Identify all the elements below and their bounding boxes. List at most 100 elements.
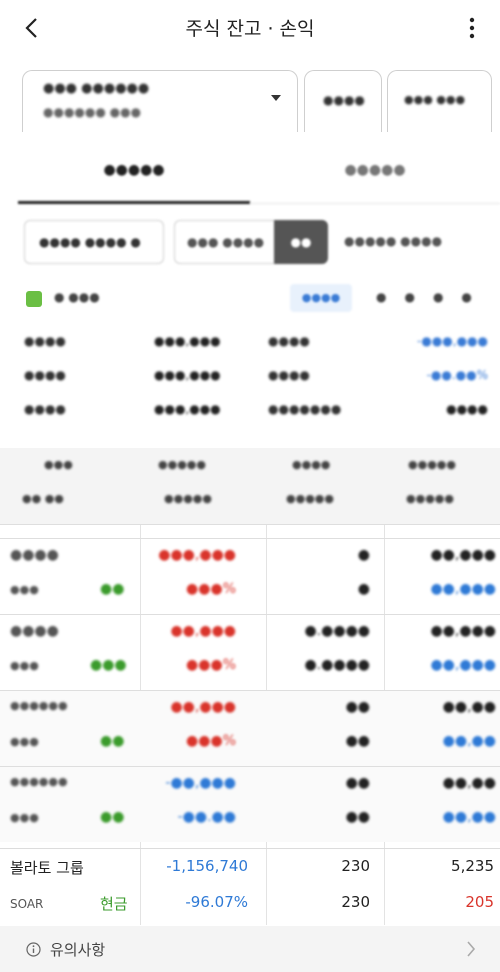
tab-first[interactable]: ●●●●●: [18, 148, 250, 204]
account-selector-row: ●●● ●●●●●● ●●●●●● ●●● ●●●● ●●● ●●●: [22, 70, 492, 132]
avg-price: ●●,●●: [442, 699, 496, 715]
quantity: ●: [357, 547, 370, 563]
filter-chip-d[interactable]: ●●●●● ●●●●: [344, 220, 442, 264]
summary-value: ●●●,●●●: [154, 368, 221, 382]
option-label: ● ●●●: [54, 290, 100, 304]
column-header[interactable]: ●●●: [44, 458, 73, 471]
quantity: ●●: [345, 699, 370, 715]
current-price: ●●,●●●: [430, 581, 496, 597]
summary-value: ●●●,●●●: [154, 402, 221, 416]
stock-name: ●●●●: [10, 547, 59, 563]
account-setting-button[interactable]: ●●● ●●●: [387, 70, 492, 132]
summary-label: ●●●●: [24, 334, 66, 348]
table-row[interactable]: ●●●● ●●● ●● ●●●,●●● ●●●% ● ● ●●,●●● ●●,●…: [0, 538, 500, 614]
avg-price: ●●,●●: [442, 775, 496, 791]
tab-second[interactable]: ●●●●●: [250, 148, 500, 204]
profit-rate: ●●●%: [186, 581, 236, 597]
quantity: ●.●●●●: [304, 623, 370, 639]
table-row[interactable]: ●●●●●● ●●● ●● ●●,●●● ●●●% ●● ●● ●●,●● ●●…: [0, 690, 500, 766]
quantity: ●●: [345, 775, 370, 791]
stock-name: ●●●●●●: [10, 699, 68, 712]
filter-chip-c[interactable]: ●●: [274, 220, 328, 264]
column-header[interactable]: ●●●●●: [164, 492, 212, 505]
summary-block: ●●●● ●●●,●●● ●●●● -●●●,●●● ●●●● ●●●,●●● …: [24, 330, 494, 432]
avg-price: 5,235: [451, 857, 494, 875]
current-price: ●●,●●: [442, 733, 496, 749]
more-options-icon[interactable]: [462, 14, 482, 42]
summary-value: -●●●,●●●: [417, 334, 488, 348]
filter-chip-a[interactable]: ●●●● ●●●● ●: [24, 220, 164, 264]
quantity-available: 230: [341, 893, 370, 911]
column-header[interactable]: ●●●●●: [406, 492, 454, 505]
stock-code: ●●●: [10, 735, 39, 748]
summary-value: ●●●,●●●: [154, 334, 221, 348]
quantity-available: ●: [357, 581, 370, 597]
column-divider: [140, 849, 141, 925]
stock-name: 볼라토 그룹: [10, 859, 84, 877]
avg-price: ●●,●●●: [430, 547, 496, 563]
chevron-right-icon: [467, 941, 476, 957]
column-divider: [266, 849, 267, 925]
stock-code: ●●●: [10, 659, 39, 672]
profit-rate: ●●●%: [186, 657, 236, 673]
table-row-partial: [0, 524, 500, 538]
summary-row: ●●●● ●●●,●●● ●●●● -●●.●●%: [24, 364, 494, 398]
option-toggles[interactable]: ●●●●: [376, 290, 490, 304]
profit-rate: ●●●%: [186, 733, 236, 749]
page-title: 주식 잔고 · 손익: [185, 18, 315, 40]
profit-loss: ●●,●●●: [170, 699, 236, 715]
account-setting-label: ●●● ●●●: [404, 93, 466, 106]
stock-name: ●●●●: [10, 623, 59, 639]
column-header[interactable]: ●●●●: [292, 458, 330, 471]
app-header: 주식 잔고 · 손익: [0, 0, 500, 56]
summary-row: ●●●● ●●●,●●● ●●●● -●●●,●●●: [24, 330, 494, 364]
quantity-available: ●●: [345, 733, 370, 749]
stock-code: SOAR: [10, 897, 44, 911]
profit-loss: -●●,●●●: [165, 775, 236, 791]
account-name: ●●● ●●●●●●: [43, 81, 150, 96]
account-number: ●●●●●● ●●●: [43, 105, 142, 119]
quantity-available: ●.●●●●: [304, 657, 370, 673]
options-row: ● ●●● ●●●● ●●●●: [24, 284, 484, 314]
stock-type-tag: ●●: [100, 581, 125, 597]
summary-row: ●●●● ●●●,●●● ●●●●●●● ●●●●: [24, 398, 494, 432]
stock-type-tag: 현금: [100, 895, 128, 913]
holdings-table: ●●● ●●●●● ●●●● ●●●●● ●● ●● ●●●●● ●●●●● ●…: [0, 448, 500, 848]
table-header: ●●● ●●●●● ●●●● ●●●●● ●● ●● ●●●●● ●●●●● ●…: [0, 448, 500, 524]
profit-rate: -●●.●●: [177, 809, 236, 825]
stock-code: ●●●: [10, 811, 39, 824]
option-button[interactable]: ●●●●: [290, 284, 352, 312]
stock-name: ●●●●●●: [10, 775, 68, 788]
summary-value: ●●●●: [446, 402, 488, 416]
account-option-button[interactable]: ●●●●: [304, 70, 382, 132]
summary-label: ●●●●: [268, 334, 310, 348]
account-option-label: ●●●●: [323, 93, 365, 107]
profit-loss: ●●●,●●●: [158, 547, 236, 563]
column-divider: [384, 849, 385, 925]
current-price: ●●,●●●: [430, 657, 496, 673]
profit-loss: ●●,●●●: [170, 623, 236, 639]
column-header[interactable]: ●●●●●: [158, 458, 206, 471]
stock-type-tag: ●●: [100, 809, 125, 825]
summary-label: ●●●●: [24, 368, 66, 382]
quantity: 230: [341, 857, 370, 875]
column-header[interactable]: ●●●●●: [408, 458, 456, 471]
stock-type-tag: ●●: [100, 733, 125, 749]
column-header[interactable]: ●●●●●: [286, 492, 334, 505]
caret-down-icon: [271, 95, 281, 101]
filter-chip-b[interactable]: ●●● ●●●●: [174, 220, 274, 264]
summary-label: ●●●●●●●: [268, 402, 342, 416]
info-icon: [26, 942, 41, 957]
table-row[interactable]: ●●●● ●●● ●●● ●●,●●● ●●●% ●.●●●● ●.●●●● ●…: [0, 614, 500, 690]
notice-bar[interactable]: 유의사항: [0, 926, 500, 972]
quantity-available: ●●: [345, 809, 370, 825]
table-row[interactable]: 볼라토 그룹 SOAR 현금 -1,156,740 -96.07% 230 23…: [0, 848, 500, 925]
profit-loss: -1,156,740: [166, 857, 248, 875]
profit-rate: -96.07%: [185, 893, 248, 911]
stock-type-tag: ●●●: [90, 657, 127, 673]
column-header[interactable]: ●● ●●: [22, 492, 64, 505]
account-selector[interactable]: ●●● ●●●●●● ●●●●●● ●●●: [22, 70, 298, 132]
table-row[interactable]: ●●●●●● ●●● ●● -●●,●●● -●●.●● ●● ●● ●●,●●…: [0, 766, 500, 842]
filter-bar: ●●●● ●●●● ● ●●● ●●●● ●● ●●●●● ●●●●: [24, 220, 500, 264]
checkbox-checked-icon[interactable]: [26, 291, 42, 307]
